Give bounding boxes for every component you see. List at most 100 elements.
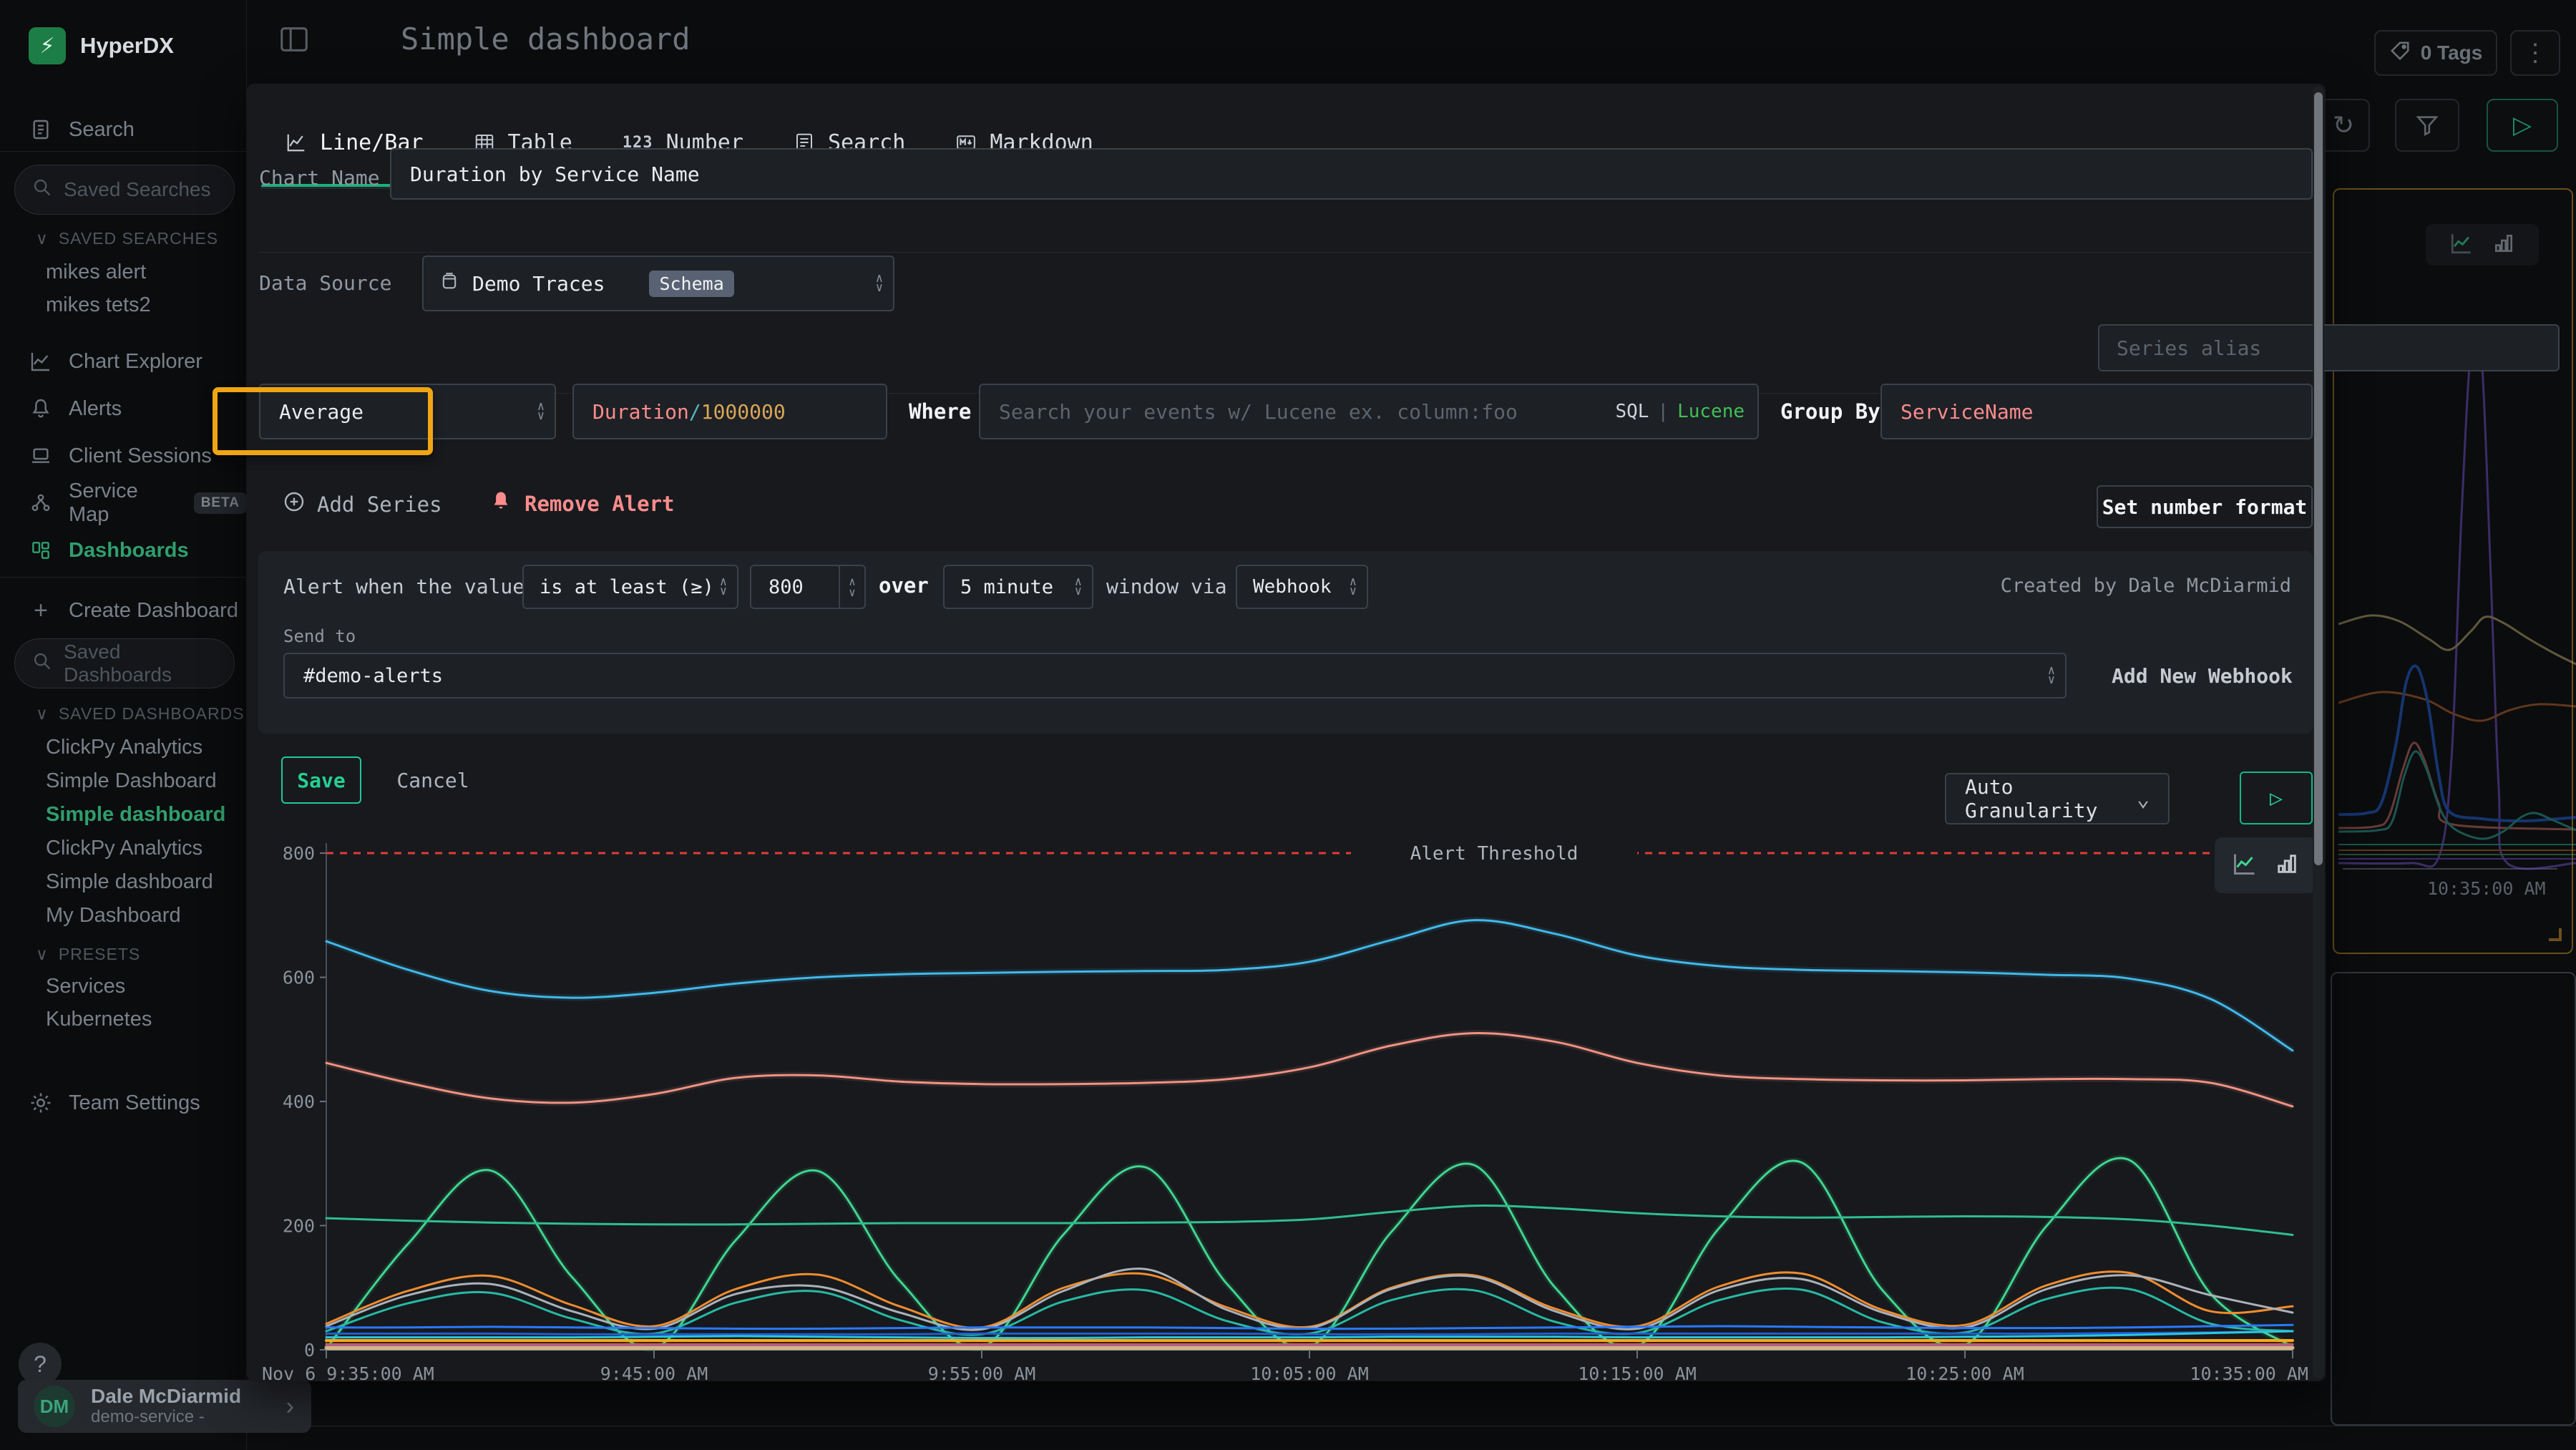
filter-button[interactable] (2395, 99, 2459, 152)
run-chart-button[interactable]: ▷ (2240, 772, 2313, 824)
highlight-box (213, 387, 433, 455)
data-source-select[interactable]: Demo Traces Schema ∧∨ (422, 256, 894, 311)
saved-dashboard-label: ClickPy Analytics (46, 736, 203, 759)
panel-chart-type-toggle[interactable] (2426, 224, 2539, 266)
line-chart-icon[interactable] (2449, 231, 2474, 259)
send-to-select[interactable]: #demo-alerts ∧∨ (283, 653, 2067, 699)
saved-dashboard-label: Simple dashboard (46, 803, 225, 827)
presets-header[interactable]: ∨PRESETS (0, 943, 247, 965)
run-query-background-button[interactable]: ▷ (2487, 99, 2558, 152)
saved-searches-input[interactable]: Saved Searches (14, 165, 235, 215)
cancel-button[interactable]: Cancel (390, 756, 476, 804)
svg-text:600: 600 (283, 968, 315, 988)
comparator-select[interactable]: is at least (≥) ∧∨ (522, 565, 738, 609)
logo[interactable]: ⚡ HyperDX (0, 26, 247, 66)
logs-icon (29, 117, 53, 142)
background-chart (2338, 301, 2576, 873)
saved-dashboard-item[interactable]: My Dashboard (0, 900, 247, 931)
tags-button[interactable]: 0 Tags (2374, 30, 2497, 76)
divider (258, 252, 2313, 253)
create-dashboard-button[interactable]: + Create Dashboard (0, 594, 247, 627)
user-card[interactable]: DM Dale McDiarmid demo-service - › (18, 1380, 311, 1433)
service-map-icon (29, 491, 53, 515)
query-language-toggle[interactable]: SQL | Lucene (1615, 401, 1745, 422)
data-source-label: Data Source (259, 271, 391, 295)
svg-text:10:15:00 AM: 10:15:00 AM (1578, 1363, 1697, 1381)
number-stepper[interactable]: ∧∨ (839, 566, 864, 608)
series-blue (326, 920, 2293, 1051)
user-subtitle: demo-service - (91, 1407, 241, 1427)
field-input[interactable]: Duration/1000000 (572, 384, 887, 439)
sidebar-item-team-settings[interactable]: Team Settings (0, 1085, 247, 1121)
saved-dashboard-label: Simple dashboard (46, 870, 213, 894)
preset-item[interactable]: Kubernetes (0, 1003, 247, 1035)
add-new-webhook-button[interactable]: Add New Webhook (2112, 664, 2293, 688)
svg-text:9:45:00 AM: 9:45:00 AM (600, 1363, 708, 1381)
sidebar-item-search[interactable]: Search (0, 113, 247, 146)
save-button[interactable]: Save (281, 756, 361, 804)
saved-searches-header[interactable]: ∨SAVED SEARCHES (0, 228, 247, 249)
divider (0, 151, 247, 152)
sidebar-item-service-map[interactable]: Service MapBETA (0, 487, 247, 520)
saved-dashboard-item[interactable]: ClickPy Analytics (0, 832, 247, 864)
saved-dashboard-item[interactable]: Simple dashboard (0, 866, 247, 897)
sidebar-item-label: Service Map (69, 480, 182, 527)
sidebar-item-label: Alerts (69, 397, 122, 421)
svg-text:10:05:00 AM: 10:05:00 AM (1250, 1363, 1369, 1381)
chevron-down-icon: ⌄ (2137, 787, 2150, 812)
scrollbar-thumb[interactable] (2314, 92, 2323, 865)
beta-badge: BETA (194, 492, 247, 514)
panel-resize-handle[interactable] (2549, 928, 2562, 941)
bar-chart-icon[interactable] (2492, 232, 2515, 258)
saved-dashboards-placeholder: Saved Dashboards (64, 641, 234, 686)
select-chevrons-icon: ∧∨ (720, 578, 727, 596)
add-series-button[interactable]: Add Series (283, 490, 442, 518)
sidebar-item-chart-explorer[interactable]: Chart Explorer (0, 345, 247, 378)
logo-text: HyperDX (80, 33, 174, 59)
saved-dashboard-item[interactable]: ClickPy Analytics (0, 731, 247, 763)
window-select[interactable]: 5 minute ∧∨ (943, 565, 1093, 609)
saved-dashboard-item[interactable]: Simple dashboard (0, 799, 247, 830)
granularity-select[interactable]: Auto Granularity ⌄ (1945, 773, 2170, 824)
svg-text:10:35:00 AM: 10:35:00 AM (2190, 1363, 2308, 1381)
chart-name-input[interactable]: Duration by Service Name (390, 148, 2313, 200)
chevron-down-icon: ∨ (36, 945, 49, 964)
line-chart-icon[interactable] (2232, 851, 2258, 880)
saved-search-label: mikes alert (46, 261, 146, 284)
window-via-label: window via (1106, 575, 1227, 598)
chart-display-toggle[interactable] (2215, 837, 2316, 893)
sidebar-item-dashboards[interactable]: Dashboards (0, 534, 247, 567)
set-number-format-button[interactable]: Set number format (2097, 485, 2313, 528)
select-chevrons-icon: ∧∨ (2048, 666, 2055, 685)
saved-dashboards-input[interactable]: Saved Dashboards (14, 638, 235, 688)
saved-dashboard-label: My Dashboard (46, 904, 181, 928)
alert-intro-label: Alert when the value (283, 575, 525, 598)
threshold-number-input[interactable]: 800 ∧∨ (750, 565, 866, 609)
channel-select[interactable]: Webhook ∧∨ (1236, 565, 1368, 609)
kebab-menu-button[interactable]: ⋮ (2510, 30, 2560, 76)
saved-search-item[interactable]: mikes tets2 (0, 289, 247, 321)
alias-input[interactable]: Series alias (2098, 324, 2560, 371)
where-input[interactable]: Search your events w/ Lucene ex. column:… (979, 384, 1759, 439)
gear-icon (29, 1091, 53, 1115)
modal-scrollbar[interactable] (2313, 87, 2324, 1378)
bar-chart-icon[interactable] (2275, 852, 2299, 879)
preset-item[interactable]: Services (0, 970, 247, 1002)
saved-search-item[interactable]: mikes alert (0, 256, 247, 288)
group-by-input[interactable]: ServiceName (1880, 384, 2313, 439)
sidebar-collapse-icon[interactable] (278, 23, 311, 56)
sidebar-item-alerts[interactable]: Alerts (0, 392, 247, 425)
group-by-label: Group By (1780, 399, 1880, 424)
help-button[interactable]: ? (19, 1343, 62, 1386)
saved-dashboards-header[interactable]: ∨SAVED DASHBOARDS (0, 703, 247, 724)
created-by-label: Created by Dale McDiarmid (2001, 575, 2291, 597)
schema-badge: Schema (649, 271, 733, 297)
remove-alert-button[interactable]: Remove Alert (490, 490, 675, 517)
over-label: over (879, 573, 929, 598)
chart-name-label: Chart Name (259, 166, 380, 190)
user-name: Dale McDiarmid (91, 1386, 241, 1407)
saved-dashboard-label: Simple Dashboard (46, 769, 217, 793)
sidebar-item-client-sessions[interactable]: Client Sessions (0, 439, 247, 472)
saved-dashboard-item[interactable]: Simple Dashboard (0, 765, 247, 797)
svg-text:400: 400 (283, 1091, 315, 1112)
